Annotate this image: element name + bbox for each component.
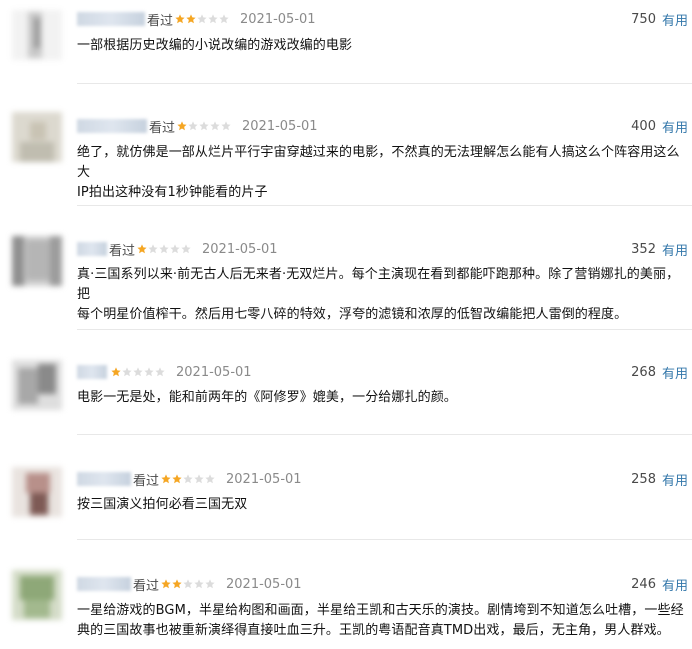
review-item: 看过 2021-05-01 352 有用 真·三国系列以来·前无古人后无来者·无… — [0, 206, 692, 330]
star-empty-icon — [170, 244, 180, 254]
star-empty-icon — [221, 121, 231, 131]
star-empty-icon — [181, 244, 191, 254]
review-line: 绝了，就仿佛是一部从烂片平行宇宙穿越过来的电影，不然真的无法理解怎么能有人搞这么… — [77, 145, 680, 180]
star-filled-icon — [137, 244, 147, 254]
star-filled-icon — [111, 367, 121, 377]
vote-count: 258 — [631, 471, 656, 487]
rating-stars — [175, 14, 230, 24]
review-line: 一部根据历史改编的小说改编的游戏改编的电影 — [77, 38, 353, 53]
review-item: 看过 2021-05-01 246 有用 一星给游戏的BGM，半星给构图和画面，… — [0, 540, 692, 649]
review-content: 一星给游戏的BGM，半星给构图和画面，半星给王凯和古天乐的演技。剧情垮到不知道怎… — [77, 601, 689, 641]
username-link[interactable] — [77, 472, 131, 486]
star-empty-icon — [208, 14, 218, 24]
star-empty-icon — [122, 367, 132, 377]
star-empty-icon — [155, 367, 165, 377]
username-link[interactable] — [77, 242, 107, 256]
useful-button[interactable]: 有用 — [662, 363, 688, 382]
star-filled-icon — [177, 121, 187, 131]
star-empty-icon — [183, 579, 193, 589]
star-empty-icon — [205, 474, 215, 484]
review-item: 2021-05-01 268 有用 电影一无是处，能和前两年的《阿修罗》媲美，一… — [0, 330, 692, 435]
vote-count: 750 — [631, 11, 656, 27]
star-filled-icon — [161, 474, 171, 484]
review-date: 2021-05-01 — [176, 364, 252, 380]
review-date: 2021-05-01 — [242, 118, 318, 134]
star-empty-icon — [205, 579, 215, 589]
review-line: 每个明星价值榨干。然后用七零八碎的特效，浮夸的滤镜和浓厚的低智改编能把人雷倒的程… — [77, 307, 628, 322]
review-content: 一部根据历史改编的小说改编的游戏改编的电影 — [77, 36, 689, 56]
star-empty-icon — [194, 579, 204, 589]
star-filled-icon — [186, 14, 196, 24]
review-content: 绝了，就仿佛是一部从烂片平行宇宙穿越过来的电影，不然真的无法理解怎么能有人搞这么… — [77, 143, 689, 203]
review-content: 按三国演义拍何必看三国无双 — [77, 495, 689, 515]
star-empty-icon — [194, 474, 204, 484]
star-empty-icon — [133, 367, 143, 377]
star-filled-icon — [175, 14, 185, 24]
review-date: 2021-05-01 — [240, 11, 316, 27]
review-date: 2021-05-01 — [202, 241, 278, 257]
rating-stars — [137, 244, 192, 254]
watched-label: 看过 — [133, 473, 160, 489]
rating-stars — [111, 367, 166, 377]
watched-label: 看过 — [149, 120, 176, 136]
username-link[interactable] — [77, 12, 145, 26]
vote-count: 400 — [631, 118, 656, 134]
review-date: 2021-05-01 — [226, 576, 302, 592]
vote-count: 246 — [631, 576, 656, 592]
star-empty-icon — [183, 474, 193, 484]
star-empty-icon — [219, 14, 229, 24]
review-item: 看过 2021-05-01 400 有用 绝了，就仿佛是一部从烂片平行宇宙穿越过… — [0, 84, 692, 206]
rating-stars — [161, 474, 216, 484]
avatar[interactable] — [12, 10, 62, 60]
star-empty-icon — [144, 367, 154, 377]
star-filled-icon — [161, 579, 171, 589]
star-empty-icon — [199, 121, 209, 131]
avatar[interactable] — [12, 236, 62, 286]
avatar[interactable] — [12, 570, 62, 620]
review-line: 典的三国故事也被重新演绎得直接吐血三升。王凯的粤语配音真TMD出戏，最后，无主角… — [77, 623, 670, 638]
star-filled-icon — [172, 474, 182, 484]
vote-count: 268 — [631, 364, 656, 380]
rating-stars — [161, 579, 216, 589]
review-content: 电影一无是处，能和前两年的《阿修罗》媲美，一分给娜扎的颜。 — [77, 388, 689, 408]
avatar[interactable] — [12, 467, 62, 517]
useful-button[interactable]: 有用 — [662, 10, 688, 29]
watched-label: 看过 — [147, 13, 174, 29]
useful-button[interactable]: 有用 — [662, 470, 688, 489]
username-link[interactable] — [77, 119, 147, 133]
useful-button[interactable]: 有用 — [662, 240, 688, 259]
review-item: 看过 2021-05-01 258 有用 按三国演义拍何必看三国无双 — [0, 435, 692, 540]
avatar[interactable] — [12, 360, 62, 410]
star-empty-icon — [197, 14, 207, 24]
review-content: 真·三国系列以来·前无古人后无来者·无双烂片。每个主演现在看到都能吓跑那种。除了… — [77, 265, 689, 325]
review-item: 看过 2021-05-01 750 有用 一部根据历史改编的小说改编的游戏改编的… — [0, 0, 692, 84]
review-line: IP拍出这种没有1秒钟能看的片子 — [77, 185, 268, 200]
star-empty-icon — [210, 121, 220, 131]
useful-button[interactable]: 有用 — [662, 575, 688, 594]
username-link[interactable] — [77, 365, 107, 379]
avatar[interactable] — [12, 112, 62, 162]
review-line: 按三国演义拍何必看三国无双 — [77, 497, 248, 512]
watched-label: 看过 — [133, 578, 160, 594]
review-date: 2021-05-01 — [226, 471, 302, 487]
star-empty-icon — [188, 121, 198, 131]
review-line: 一星给游戏的BGM，半星给构图和画面，半星给王凯和古天乐的演技。剧情垮到不知道怎… — [77, 603, 684, 618]
watched-label: 看过 — [109, 243, 136, 259]
rating-stars — [177, 121, 232, 131]
useful-button[interactable]: 有用 — [662, 117, 688, 136]
star-filled-icon — [172, 579, 182, 589]
star-empty-icon — [159, 244, 169, 254]
review-line: 电影一无是处，能和前两年的《阿修罗》媲美，一分给娜扎的颜。 — [77, 390, 457, 405]
username-link[interactable] — [77, 577, 131, 591]
vote-count: 352 — [631, 241, 656, 257]
review-line: 真·三国系列以来·前无古人后无来者·无双烂片。每个主演现在看到都能吓跑那种。除了… — [77, 267, 680, 302]
star-empty-icon — [148, 244, 158, 254]
